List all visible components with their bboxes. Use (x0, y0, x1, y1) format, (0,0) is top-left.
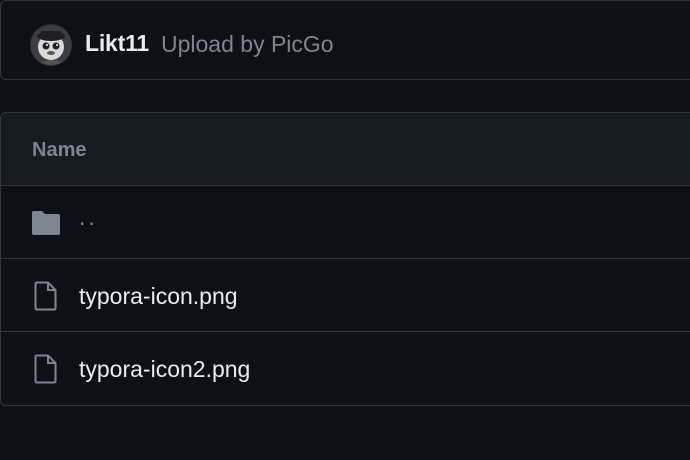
file-icon (30, 354, 62, 384)
avatar-image (31, 25, 71, 65)
table-row-file[interactable]: typora-icon.png (1, 259, 690, 332)
table-header: Name (1, 113, 690, 186)
latest-commit-bar: Likt11 Upload by PicGo (0, 0, 690, 80)
author-avatar[interactable] (31, 25, 71, 65)
file-link[interactable]: typora-icon2.png (79, 356, 250, 383)
parent-directory-link[interactable]: .. (79, 204, 98, 231)
table-row-file[interactable]: typora-icon2.png (1, 332, 690, 405)
commit-author-link[interactable]: Likt11 (85, 30, 149, 57)
column-header-name: Name (32, 139, 87, 161)
table-row-parent-directory[interactable]: .. (1, 186, 690, 259)
commit-message-link[interactable]: Upload by PicGo (161, 31, 334, 58)
file-link[interactable]: typora-icon.png (79, 283, 238, 310)
folder-icon (30, 208, 62, 238)
file-table: Name .. typora-icon.png typora-icon2.png (0, 112, 690, 406)
file-icon (30, 281, 62, 311)
